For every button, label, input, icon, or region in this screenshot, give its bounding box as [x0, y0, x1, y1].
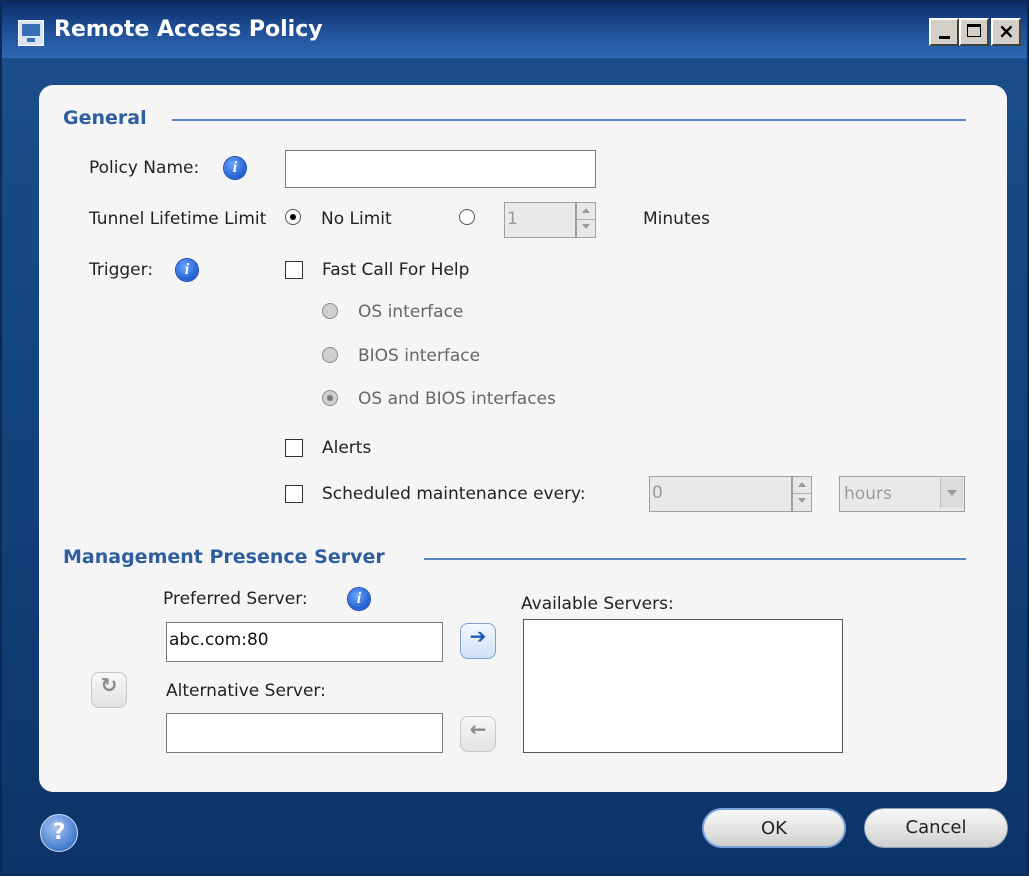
scheduled-interval-input[interactable]: 0 [649, 476, 792, 512]
scheduled-maintenance-label: Scheduled maintenance every: [322, 484, 586, 504]
title-bar[interactable]: Remote Access Policy × [2, 2, 1027, 58]
general-section-title: General [63, 107, 147, 129]
preferred-server-label: Preferred Server: [163, 589, 308, 609]
alerts-checkbox[interactable] [285, 439, 303, 457]
alternative-server-label: Alternative Server: [166, 681, 326, 701]
os-bios-interface-radio[interactable] [322, 390, 338, 406]
tunnel-minutes-spinner[interactable] [576, 202, 596, 238]
policy-name-label: Policy Name: [89, 158, 200, 178]
available-servers-list[interactable] [523, 619, 843, 753]
mps-section-title: Management Presence Server [63, 546, 385, 568]
maximize-button[interactable] [959, 18, 989, 46]
close-button[interactable]: × [991, 18, 1021, 46]
preferred-server-input[interactable]: abc.com:80 [166, 622, 443, 662]
policy-name-input[interactable] [285, 150, 596, 188]
bios-interface-label: BIOS interface [358, 346, 481, 366]
no-limit-label: No Limit [321, 209, 392, 229]
cancel-button[interactable]: Cancel [864, 808, 1008, 848]
tunnel-minutes-input[interactable]: 1 [504, 202, 576, 238]
general-divider [172, 119, 966, 121]
minutes-label: Minutes [643, 209, 710, 229]
trigger-label: Trigger: [89, 260, 154, 280]
scheduled-unit-value: hours [844, 484, 892, 504]
no-limit-radio[interactable] [285, 209, 301, 225]
ok-button[interactable]: OK [702, 808, 846, 848]
available-servers-label: Available Servers: [521, 594, 674, 614]
alternative-server-input[interactable] [166, 713, 443, 753]
alerts-label: Alerts [322, 438, 372, 458]
arrow-left-icon[interactable]: ← [460, 716, 496, 752]
tunnel-lifetime-label: Tunnel Lifetime Limit [89, 209, 267, 229]
close-icon: × [998, 19, 1015, 43]
app-icon [18, 20, 44, 46]
help-icon[interactable]: ? [40, 814, 78, 852]
info-icon[interactable]: i [224, 157, 246, 179]
arrow-right-icon[interactable]: ➔ [460, 623, 496, 659]
remote-access-policy-window: Remote Access Policy × General Policy Na… [0, 0, 1029, 876]
os-interface-label: OS interface [358, 302, 464, 322]
fast-call-checkbox[interactable] [285, 261, 303, 279]
fast-call-label: Fast Call For Help [322, 260, 470, 280]
scheduled-maintenance-checkbox[interactable] [285, 485, 303, 503]
chevron-down-icon [940, 478, 963, 508]
minimize-button[interactable] [929, 18, 959, 46]
info-icon[interactable]: i [176, 259, 198, 281]
os-interface-radio[interactable] [322, 303, 338, 319]
window-title: Remote Access Policy [54, 17, 323, 42]
scheduled-interval-spinner[interactable] [792, 476, 812, 512]
info-icon[interactable]: i [348, 588, 370, 610]
os-bios-interface-label: OS and BIOS interfaces [358, 389, 556, 409]
window-controls: × [929, 18, 1021, 46]
swap-icon[interactable]: ↻ [91, 672, 127, 708]
bios-interface-radio[interactable] [322, 347, 338, 363]
scheduled-unit-select[interactable]: hours [839, 476, 965, 512]
content-panel: General Policy Name: i Tunnel Lifetime L… [39, 85, 1007, 792]
mps-divider [424, 558, 966, 560]
limit-minutes-radio[interactable] [459, 209, 475, 225]
